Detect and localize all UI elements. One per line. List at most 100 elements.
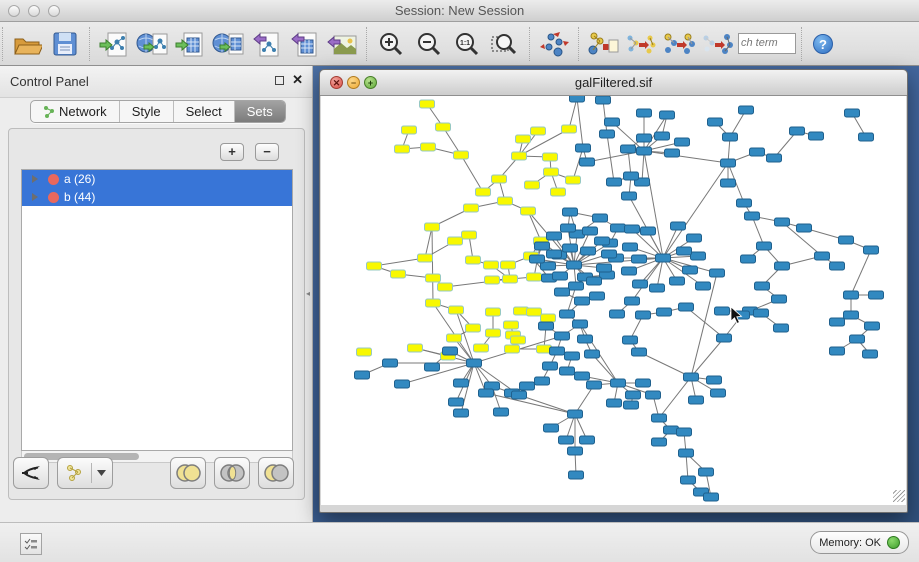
graph-edge[interactable]: [644, 151, 728, 163]
graph-node-blue[interactable]: [704, 493, 719, 501]
graph-node-blue[interactable]: [723, 133, 738, 141]
graph-edge[interactable]: [569, 98, 577, 129]
graph-node-blue[interactable]: [355, 371, 370, 379]
graph-node-blue[interactable]: [665, 149, 680, 157]
graph-node-blue[interactable]: [580, 436, 595, 444]
graph-node-blue[interactable]: [844, 291, 859, 299]
graph-node-blue[interactable]: [772, 295, 787, 303]
graph-node-blue[interactable]: [494, 408, 509, 416]
graph-node-blue[interactable]: [560, 367, 575, 375]
export-network-icon[interactable]: [248, 26, 284, 62]
graph-node-yellow[interactable]: [391, 270, 406, 278]
graph-node-blue[interactable]: [863, 350, 878, 358]
graph-node-blue[interactable]: [660, 111, 675, 119]
graph-edge[interactable]: [659, 377, 691, 418]
difference-sets-button[interactable]: [258, 457, 294, 489]
graph-node-blue[interactable]: [443, 347, 458, 355]
graph-node-blue[interactable]: [621, 145, 636, 153]
graph-node-yellow[interactable]: [466, 256, 481, 264]
graph-node-yellow[interactable]: [402, 126, 417, 134]
graph-node-blue[interactable]: [567, 261, 582, 269]
import-network-file-icon[interactable]: [96, 26, 132, 62]
graph-node-blue[interactable]: [708, 118, 723, 126]
graph-node-blue[interactable]: [775, 218, 790, 226]
graph-node-blue[interactable]: [632, 255, 647, 263]
graph-node-blue[interactable]: [797, 224, 812, 232]
sets-list[interactable]: a (26) b (44): [21, 169, 293, 451]
graph-node-yellow[interactable]: [512, 152, 527, 160]
tab-sets[interactable]: Sets: [235, 101, 285, 122]
graph-node-yellow[interactable]: [486, 329, 501, 337]
graph-node-blue[interactable]: [707, 376, 722, 384]
graph-node-blue[interactable]: [520, 382, 535, 390]
graph-node-blue[interactable]: [581, 247, 596, 255]
graph-node-blue[interactable]: [741, 255, 756, 263]
tab-style[interactable]: Style: [120, 101, 174, 122]
graph-node-blue[interactable]: [767, 154, 782, 162]
graph-node-blue[interactable]: [687, 234, 702, 242]
zoom-in-icon[interactable]: [373, 26, 409, 62]
graph-node-blue[interactable]: [656, 254, 671, 262]
search-input[interactable]: ch term: [738, 33, 796, 54]
graph-node-yellow[interactable]: [418, 254, 433, 262]
graph-node-blue[interactable]: [575, 297, 590, 305]
graph-node-blue[interactable]: [625, 225, 640, 233]
graph-node-yellow[interactable]: [485, 276, 500, 284]
task-history-button[interactable]: [20, 533, 42, 555]
graph-node-blue[interactable]: [859, 133, 874, 141]
graph-node-blue[interactable]: [809, 132, 824, 140]
graph-node-blue[interactable]: [655, 132, 670, 140]
graph-node-yellow[interactable]: [395, 145, 410, 153]
graph-node-blue[interactable]: [425, 363, 440, 371]
graph-node-blue[interactable]: [715, 307, 730, 315]
graph-node-blue[interactable]: [739, 106, 754, 114]
graph-node-blue[interactable]: [600, 130, 615, 138]
graph-node-blue[interactable]: [535, 242, 550, 250]
graph-node-blue[interactable]: [569, 282, 584, 290]
chevron-down-icon[interactable]: [97, 470, 106, 476]
graph-node-blue[interactable]: [590, 292, 605, 300]
graph-node-yellow[interactable]: [541, 314, 556, 322]
export-table-icon[interactable]: [286, 26, 322, 62]
network-graph[interactable]: [321, 96, 906, 505]
import-network-url-icon[interactable]: [134, 26, 170, 62]
expander-triangle-icon[interactable]: [32, 193, 38, 201]
graph-node-blue[interactable]: [602, 250, 617, 258]
graph-edge[interactable]: [461, 155, 483, 192]
zoom-fit-icon[interactable]: 1:1: [449, 26, 485, 62]
graph-node-blue[interactable]: [677, 428, 692, 436]
graph-node-blue[interactable]: [395, 380, 410, 388]
new-network-selected-nodes-edges-icon[interactable]: [623, 26, 659, 62]
graph-node-blue[interactable]: [737, 199, 752, 207]
graph-node-blue[interactable]: [454, 409, 469, 417]
graph-node-blue[interactable]: [610, 310, 625, 318]
graph-node-blue[interactable]: [543, 362, 558, 370]
graph-node-blue[interactable]: [553, 272, 568, 280]
graph-node-yellow[interactable]: [511, 336, 526, 344]
graph-node-blue[interactable]: [691, 252, 706, 260]
graph-node-blue[interactable]: [637, 109, 652, 117]
graph-node-blue[interactable]: [721, 179, 736, 187]
graph-node-blue[interactable]: [745, 212, 760, 220]
graph-node-yellow[interactable]: [421, 143, 436, 151]
graph-node-yellow[interactable]: [527, 273, 542, 281]
graph-node-blue[interactable]: [650, 284, 665, 292]
graph-node-yellow[interactable]: [566, 176, 581, 184]
graph-node-blue[interactable]: [578, 335, 593, 343]
graph-edge[interactable]: [425, 227, 432, 258]
graph-node-yellow[interactable]: [454, 151, 469, 159]
graph-node-blue[interactable]: [830, 262, 845, 270]
splitter-collapse-handle[interactable]: ◂: [306, 288, 313, 300]
graph-node-blue[interactable]: [611, 379, 626, 387]
graph-node-blue[interactable]: [775, 262, 790, 270]
graph-edge[interactable]: [603, 100, 607, 134]
graph-node-blue[interactable]: [869, 291, 884, 299]
graph-node-blue[interactable]: [677, 247, 692, 255]
graph-node-blue[interactable]: [679, 303, 694, 311]
graph-node-blue[interactable]: [845, 109, 860, 117]
graph-node-blue[interactable]: [593, 214, 608, 222]
network-view-window[interactable]: ✕ − + galFiltered.sif: [319, 69, 908, 513]
graph-node-blue[interactable]: [699, 468, 714, 476]
graph-node-blue[interactable]: [624, 401, 639, 409]
graph-node-blue[interactable]: [633, 280, 648, 288]
